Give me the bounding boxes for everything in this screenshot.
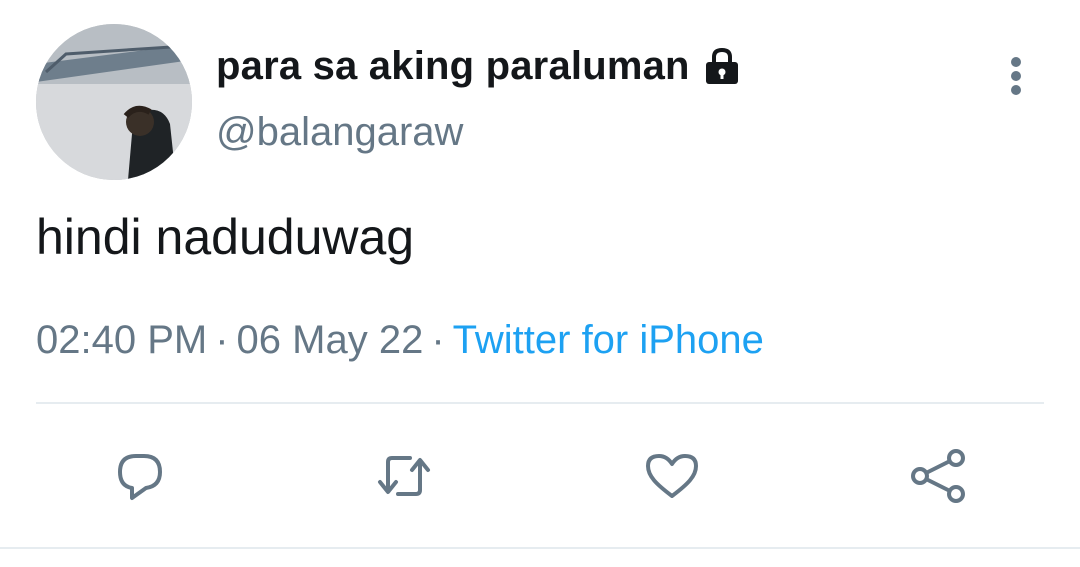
tweet-card: para sa aking paraluman @balangaraw hind… bbox=[0, 0, 1080, 567]
heart-icon bbox=[646, 454, 698, 498]
lock-icon bbox=[702, 46, 742, 86]
tweet-time: 02:40 PM bbox=[36, 318, 208, 362]
avatar[interactable] bbox=[36, 24, 192, 180]
tweet-text: hindi naduduwag bbox=[36, 209, 415, 265]
reply-button[interactable] bbox=[108, 444, 172, 508]
meta-separator: · bbox=[215, 318, 229, 362]
username-handle[interactable]: @balangaraw bbox=[216, 110, 463, 155]
display-name[interactable]: para sa aking paraluman bbox=[216, 44, 690, 89]
avatar-photo bbox=[36, 24, 192, 180]
retweet-icon bbox=[378, 456, 430, 496]
like-button[interactable] bbox=[640, 444, 704, 508]
reply-icon bbox=[118, 454, 162, 500]
more-options-icon[interactable] bbox=[996, 52, 1036, 100]
tweet-meta: 02:40 PM · 06 May 22 · Twitter for iPhone bbox=[36, 318, 764, 363]
author-name-row: para sa aking paraluman bbox=[216, 40, 742, 92]
divider bbox=[36, 402, 1044, 404]
share-icon bbox=[911, 449, 965, 503]
tweet-date: 06 May 22 bbox=[236, 318, 424, 362]
tweet-source-link[interactable]: Twitter for iPhone bbox=[453, 318, 764, 362]
divider bbox=[0, 547, 1080, 549]
meta-separator: · bbox=[431, 318, 445, 362]
share-button[interactable] bbox=[906, 444, 970, 508]
retweet-button[interactable] bbox=[372, 444, 436, 508]
